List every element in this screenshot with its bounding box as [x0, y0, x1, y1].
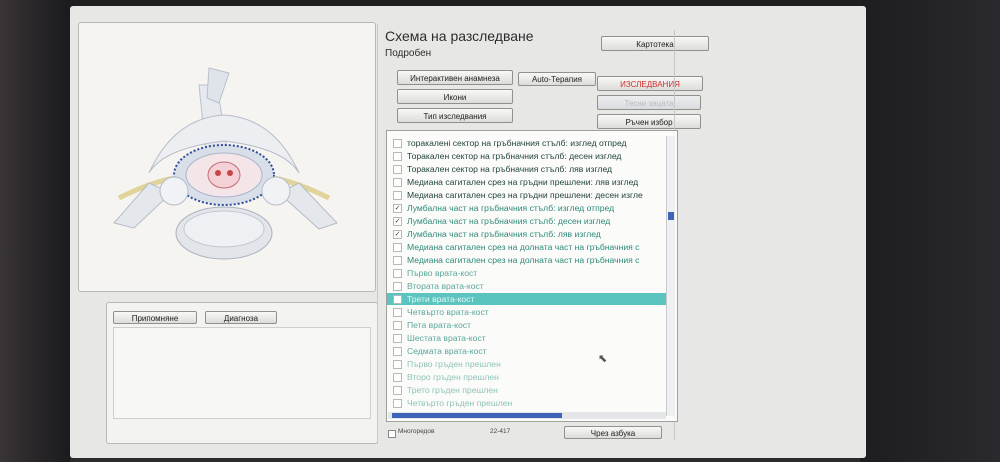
list-item-label: Трето гръден прешлен	[407, 385, 498, 395]
vertebra-illustration	[113, 67, 338, 260]
list-item-label: Пета врата-кост	[407, 320, 471, 330]
list-item[interactable]: торакалені сектор на гръбначния стълб: и…	[387, 137, 675, 149]
manual-select-button[interactable]: Ръчен избор	[597, 114, 701, 129]
list-item-checkbox[interactable]: ✓	[393, 230, 402, 239]
list-item[interactable]: Пета врата-кост	[387, 319, 675, 331]
monitor-bezel-left	[0, 0, 70, 462]
list-item-label: Второ гръден прешлен	[407, 372, 499, 382]
page-title: Схема на разследване	[385, 28, 534, 44]
diagnosis-tab[interactable]: Диагноза	[205, 311, 277, 324]
list-item[interactable]: Първо врата-кост	[387, 267, 675, 279]
list-item-label: Втората врата-кост	[407, 281, 484, 291]
app-window: Припомняне Диагноза Схема на разследване…	[70, 6, 866, 458]
list-item[interactable]: Шестата врата-кост	[387, 332, 675, 344]
list-item[interactable]: Втората врата-кост	[387, 280, 675, 292]
card-button[interactable]: Картотека	[601, 36, 709, 51]
reminder-tab[interactable]: Припомняне	[113, 311, 197, 324]
list-item[interactable]: Медиана сагитален срез на гръдни прешлен…	[387, 189, 675, 201]
list-item-label: Четвърто гръден прешлен	[407, 398, 513, 408]
list-item-label: Медиана сагитален срез на долната част н…	[407, 242, 640, 252]
list-item-checkbox[interactable]	[393, 321, 402, 330]
list-item-label: Шестата врата-кост	[407, 333, 486, 343]
list-item-label: Четвърто врата-кост	[407, 307, 489, 317]
horizontal-scrollbar[interactable]	[388, 412, 666, 419]
list-item[interactable]: ✓ Лумбална част на гръбначния стълб: изгл…	[387, 202, 675, 214]
alphabet-sort-button[interactable]: Чрез азбука	[564, 426, 662, 439]
list-item[interactable]: Медиана сагитален срез на долната част н…	[387, 241, 675, 253]
list-item[interactable]: Първо гръден прешлен	[387, 358, 675, 370]
list-item-checkbox[interactable]	[393, 152, 402, 161]
list-item-label: Торакален сектор на гръбначния стълб: ля…	[407, 164, 613, 174]
list-item[interactable]: ✓ Лумбална част на гръбначния стълб: ляв …	[387, 228, 675, 240]
list-item-checkbox[interactable]	[393, 191, 402, 200]
list-item[interactable]: Четвърто врата-кост	[387, 306, 675, 318]
list-item-checkbox[interactable]	[393, 347, 402, 356]
notes-panel: Припомняне Диагноза	[106, 302, 378, 444]
list-item-checkbox[interactable]	[393, 308, 402, 317]
monitor-bezel-right	[860, 0, 1000, 462]
anatomy-image-panel	[78, 22, 376, 292]
list-item-checkbox[interactable]: ✓	[393, 204, 402, 213]
list-item-checkbox[interactable]	[393, 178, 402, 187]
multiple-checkbox[interactable]	[388, 430, 396, 438]
list-item[interactable]: Медиана сагитален срез на гръдни прешлен…	[387, 176, 675, 188]
interactive-anamnesis-button[interactable]: Интерактивен анамнеза	[397, 70, 513, 85]
list-item[interactable]: Трето гръден прешлен	[387, 384, 675, 396]
hscroll-thumb[interactable]	[392, 413, 562, 418]
list-item-label: Лумбална част на гръбначния стълб: десен…	[407, 216, 611, 226]
list-item-checkbox[interactable]	[393, 282, 402, 291]
list-item[interactable]: ✓ Лумбална част на гръбначния стълб: десе…	[387, 215, 675, 227]
list-item-checkbox[interactable]: ✓	[393, 217, 402, 226]
list-item-checkbox[interactable]	[393, 373, 402, 382]
auto-therapy-button[interactable]: Auto-Терапия	[518, 72, 596, 86]
list-item-checkbox[interactable]	[393, 399, 402, 408]
notes-textarea[interactable]	[113, 327, 371, 419]
list-item-checkbox[interactable]	[393, 269, 402, 278]
list-item[interactable]: Трети врата-кост	[387, 293, 675, 305]
list-item-label: Медиана сагитален срез на гръдни прешлен…	[407, 177, 639, 187]
vertical-scrollbar[interactable]	[666, 136, 675, 416]
list-item-checkbox[interactable]	[393, 334, 402, 343]
icons-button[interactable]: Икони	[397, 89, 513, 104]
list-item[interactable]: Торакален сектор на гръбначния стълб: де…	[387, 150, 675, 162]
list-item-checkbox[interactable]	[393, 256, 402, 265]
disabled-view-button: Тесни зацата	[597, 95, 701, 110]
multiple-label: Многоредов	[398, 428, 435, 435]
list-item[interactable]: Медиана сагитален срез на долната част н…	[387, 254, 675, 266]
exam-type-button[interactable]: Тип изследвания	[397, 108, 513, 123]
list-item-checkbox[interactable]	[393, 165, 402, 174]
list-item-checkbox[interactable]	[393, 295, 402, 304]
list-item-checkbox[interactable]	[393, 139, 402, 148]
divider	[377, 24, 378, 444]
list-item[interactable]: Седмата врата-кост	[387, 345, 675, 357]
list-item-label: Медиана сагитален срез на долната част н…	[407, 255, 640, 265]
examinations-button[interactable]: ИЗСЛЕДВАНИЯ	[597, 76, 703, 91]
list-item[interactable]: Второ гръден прешлен	[387, 371, 675, 383]
list-item-label: Лумбална част на гръбначния стълб: ляв и…	[407, 229, 601, 239]
mouse-cursor-icon: ⬉	[598, 353, 608, 365]
scroll-thumb[interactable]	[668, 212, 674, 220]
exam-list[interactable]: торакалені сектор на гръбначния стълб: и…	[386, 130, 678, 422]
list-item-checkbox[interactable]	[393, 360, 402, 369]
list-item-label: Лумбална част на гръбначния стълб: изгле…	[407, 203, 615, 213]
list-item-label: Трети врата-кост	[407, 294, 475, 304]
page-subtitle: Подробен	[385, 48, 432, 59]
list-item-label: Медиана сагитален срез на гръдни прешлен…	[407, 190, 643, 200]
list-item[interactable]: Торакален сектор на гръбначния стълб: ля…	[387, 163, 675, 175]
list-item-checkbox[interactable]	[393, 243, 402, 252]
list-item-label: Първо врата-кост	[407, 268, 478, 278]
list-item-label: Седмата врата-кост	[407, 346, 487, 356]
list-item[interactable]: Четвърто гръден прешлен	[387, 397, 675, 409]
count-label: 22-417	[490, 428, 511, 435]
list-item-label: торакалені сектор на гръбначния стълб: и…	[407, 138, 627, 148]
list-item-label: Първо гръден прешлен	[407, 359, 501, 369]
list-item-checkbox[interactable]	[393, 386, 402, 395]
list-item-label: Торакален сектор на гръбначния стълб: де…	[407, 151, 622, 161]
